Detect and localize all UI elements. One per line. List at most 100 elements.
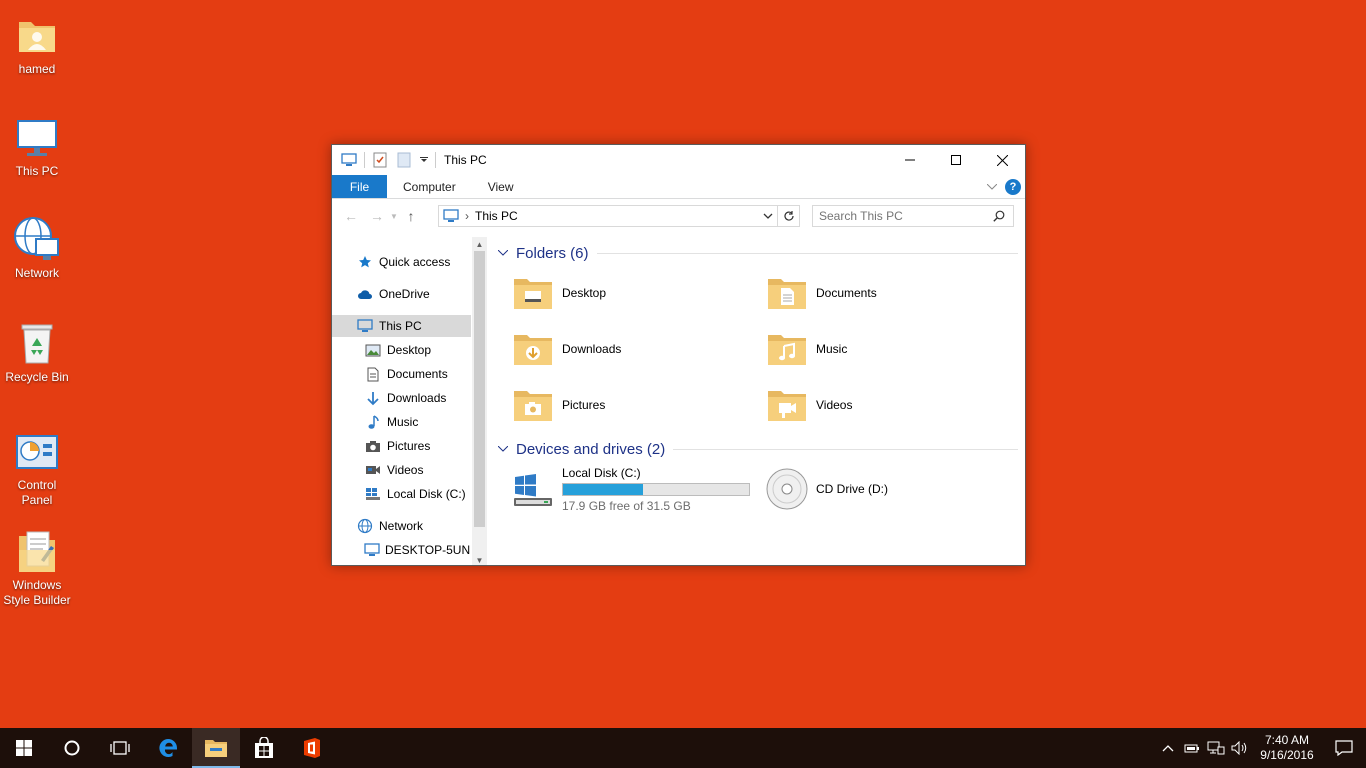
desktop-icon-this-pc[interactable]: This PC [0,114,74,179]
folder-tile-downloads[interactable]: Downloads [512,325,762,373]
forward-button[interactable]: → [366,205,388,227]
windows-drive-icon [512,468,554,510]
nav-item-onedrive[interactable]: OneDrive [332,283,471,305]
task-view-button[interactable] [96,728,144,768]
computer-icon [13,114,61,162]
computer-icon[interactable] [340,151,358,169]
title-bar[interactable]: This PC [332,145,1025,175]
nav-item-videos[interactable]: Videos [332,459,471,481]
battery-button[interactable] [1180,728,1204,768]
desktop-icon-label: Recycle Bin [5,370,69,384]
up-button[interactable]: ↑ [400,205,422,227]
help-button[interactable]: ? [1005,179,1021,195]
tab-view[interactable]: View [472,175,530,198]
folder-label: Downloads [562,342,622,356]
volume-button[interactable] [1228,728,1252,768]
computer-icon [443,209,459,223]
ribbon-tabs: File Computer View ? [332,175,1025,199]
nav-item-label: DESKTOP-5UNLI [385,543,471,557]
refresh-button[interactable] [778,205,800,227]
arrow-right-icon: → [370,208,384,224]
desktop-icon-windows-style-builder[interactable]: Windows Style Builder [0,528,74,608]
maximize-button[interactable] [933,145,979,175]
help-icon: ? [1009,181,1017,193]
properties-icon[interactable] [371,151,389,169]
folder-tile-pictures[interactable]: Pictures [512,381,762,429]
drive-icon [364,485,382,503]
customize-toolbar-icon[interactable] [419,151,429,169]
nav-item-label: Pictures [387,439,431,453]
pictures-folder-icon [512,384,554,426]
search-icon[interactable] [993,210,1005,222]
close-button[interactable] [979,145,1025,175]
chevron-up-icon: ▲ [475,239,484,249]
address-bar[interactable]: › This PC [438,205,778,227]
folder-label: Pictures [562,398,606,412]
cd-drive-icon [766,468,808,510]
taskbar-store-button[interactable] [240,728,288,768]
nav-item-this-pc[interactable]: This PC [332,315,471,337]
nav-scrollbar[interactable]: ▲ ▼ [472,237,487,565]
search-button[interactable] [48,728,96,768]
address-dropdown-button[interactable] [763,210,773,222]
folder-label: Music [816,342,848,356]
control-panel-icon [13,428,61,476]
drive-tile-cd-drive[interactable]: CD Drive (D:) [766,465,1016,513]
nav-item-desktop[interactable]: Desktop [332,339,471,361]
desktop-icon-hamed[interactable]: hamed [0,12,74,77]
tab-file[interactable]: File [332,175,387,198]
devices-group-header[interactable]: Devices and drives (2) [498,439,1018,459]
nav-item-documents[interactable]: Documents [332,363,471,385]
search-input[interactable] [819,209,993,223]
nav-item-downloads[interactable]: Downloads [332,387,471,409]
music-folder-icon [766,328,808,370]
desktop-icon-control-panel[interactable]: Control Panel [0,428,74,508]
scroll-thumb[interactable] [474,251,485,527]
start-button[interactable] [0,728,48,768]
taskbar-office-button[interactable] [288,728,336,768]
desktop-icon-label: Control Panel [17,478,57,507]
new-folder-icon[interactable] [395,151,413,169]
scroll-down-button[interactable]: ▼ [472,553,487,565]
group-divider [673,448,1018,450]
recent-locations-button[interactable]: ▼ [388,205,400,227]
clock[interactable]: 7:40 AM 9/16/2016 [1252,733,1322,763]
nav-item-music[interactable]: Music [332,411,471,433]
tab-computer[interactable]: Computer [387,175,472,198]
desktop-icon-label: Network [14,266,59,280]
search-box[interactable] [812,205,1014,227]
nav-item-local-disk[interactable]: Local Disk (C:) [332,483,471,505]
folder-tile-music[interactable]: Music [766,325,1016,373]
show-hidden-icons-button[interactable] [1156,728,1180,768]
taskbar-edge-button[interactable] [144,728,192,768]
desktop-icon-network[interactable]: Network [0,216,74,281]
folder-tile-documents[interactable]: Documents [766,269,1016,317]
scroll-up-button[interactable]: ▲ [472,237,487,251]
close-icon [996,154,1008,166]
group-divider [596,252,1018,254]
file-explorer-window[interactable]: This PC File Computer View ? ← → ▼ ↑ › T… [331,144,1026,566]
nav-item-network[interactable]: Network [332,515,471,537]
computer-icon [356,317,374,335]
expand-ribbon-button[interactable] [981,179,1003,195]
nav-item-desktop-computer[interactable]: DESKTOP-5UNLI [332,539,471,561]
nav-item-quick-access[interactable]: Quick access [332,251,471,273]
desktop-folder-icon [512,272,554,314]
desktop-icon-recycle-bin[interactable]: Recycle Bin [0,320,74,385]
desktop-icon-label: Windows Style Builder [3,578,71,607]
folders-group-header[interactable]: Folders (6) [498,243,1018,263]
drive-tile-local-disk[interactable]: Local Disk (C:) 17.9 GB free of 31.5 GB [512,465,762,513]
nav-item-label: OneDrive [379,287,430,301]
network-icon [13,216,61,264]
back-button[interactable]: ← [340,205,362,227]
breadcrumb[interactable]: This PC [475,209,518,223]
folder-tile-videos[interactable]: Videos [766,381,1016,429]
speaker-icon [1231,741,1247,755]
action-center-button[interactable] [1322,728,1366,768]
minimize-button[interactable] [887,145,933,175]
folder-tile-desktop[interactable]: Desktop [512,269,762,317]
taskbar-file-explorer-button[interactable] [192,728,240,768]
network-status-button[interactable] [1204,728,1228,768]
nav-item-pictures[interactable]: Pictures [332,435,471,457]
nav-item-label: Documents [387,367,448,381]
